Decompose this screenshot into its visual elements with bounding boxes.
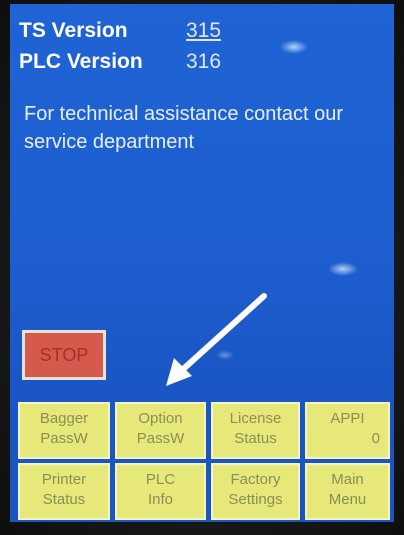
ts-version-label: TS Version — [19, 19, 128, 42]
technical-assistance-text: For technical assistance contact our ser… — [24, 103, 344, 153]
screen-glare — [328, 262, 358, 276]
button-line1: Bagger — [39, 410, 89, 427]
button-line1: Main — [331, 471, 364, 488]
button-line1: Option — [138, 410, 183, 427]
appi-label: APPI — [330, 410, 365, 427]
button-line1: License — [229, 410, 282, 427]
button-grid: Bagger PassW Option PassW License Status… — [18, 402, 390, 520]
license-status-button[interactable]: License Status — [211, 402, 300, 459]
button-line2: Status — [234, 430, 277, 447]
option-password-button[interactable]: Option PassW — [115, 402, 206, 459]
ts-version-value: 315 — [186, 19, 222, 42]
plc-info-button[interactable]: PLC Info — [115, 463, 206, 520]
button-line2: Status — [42, 491, 86, 508]
button-line1: Factory — [230, 471, 281, 488]
bagger-password-button[interactable]: Bagger PassW — [18, 402, 110, 459]
button-line2: Settings — [228, 491, 283, 508]
button-line2: Menu — [328, 491, 367, 508]
button-line2: Info — [147, 491, 174, 508]
printer-status-button[interactable]: Printer Status — [18, 463, 110, 520]
appi-button[interactable]: APPI 0 — [305, 402, 390, 459]
screen-glare — [280, 40, 308, 54]
factory-settings-button[interactable]: Factory Settings — [211, 463, 300, 520]
appi-value: 0 — [371, 430, 380, 447]
button-line1: PLC — [145, 471, 176, 488]
button-line2: PassW — [40, 430, 88, 447]
button-line1: Printer — [41, 471, 87, 488]
plc-version-value: 316 — [186, 50, 222, 73]
plc-version-label: PLC Version — [19, 50, 143, 73]
screen-glare — [216, 350, 234, 360]
button-line2: PassW — [136, 430, 185, 447]
main-menu-button[interactable]: Main Menu — [305, 463, 390, 520]
stop-button[interactable]: STOP — [22, 330, 106, 380]
touch-screen: TS Version 315 PLC Version 316 For techn… — [10, 4, 394, 522]
